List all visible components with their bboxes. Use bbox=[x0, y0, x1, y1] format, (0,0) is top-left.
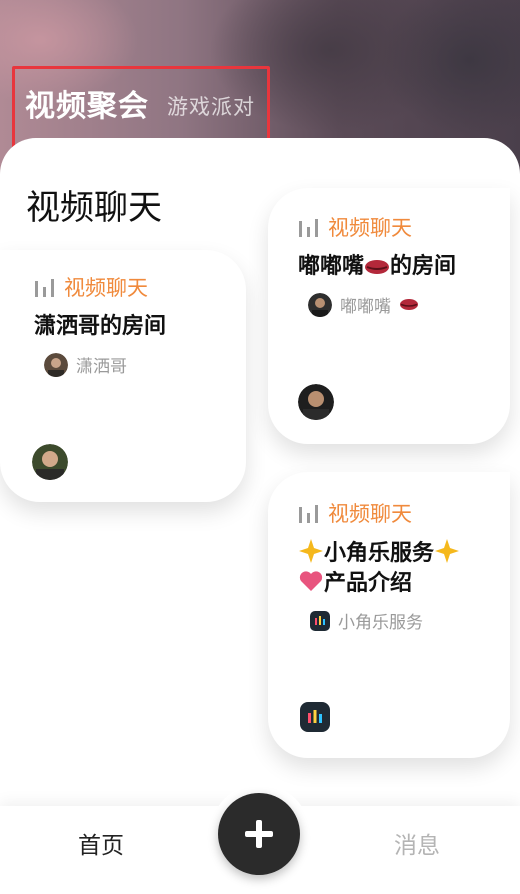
audio-bars-icon bbox=[35, 279, 54, 297]
room-title-suffix: 的房间 bbox=[390, 254, 457, 279]
host-name: 小角乐服务 bbox=[338, 613, 423, 633]
lips-icon bbox=[400, 299, 418, 310]
host-avatar-large[interactable] bbox=[32, 444, 68, 480]
room-title: 嘟嘟嘴 的房间 bbox=[298, 252, 456, 282]
host-name: 嘟嘟嘴 bbox=[340, 297, 391, 317]
sparkle-icon bbox=[435, 539, 460, 563]
sparkle-icon bbox=[299, 539, 323, 563]
room-host: 潇洒哥 bbox=[44, 352, 127, 377]
host-avatar-large[interactable] bbox=[300, 702, 330, 732]
host-name: 潇洒哥 bbox=[76, 357, 127, 377]
room-host: 嘟嘟嘴 bbox=[308, 292, 419, 317]
room-tag-label: 视频聊天 bbox=[64, 276, 148, 300]
room-card[interactable]: 视频聊天 嘟嘟嘴 的房间 嘟嘟嘴 bbox=[268, 188, 510, 444]
room-title-line1: 小角乐服务 bbox=[324, 541, 435, 566]
room-card[interactable]: 视频聊天 小角乐服务 产品介绍 小角乐服务 bbox=[268, 472, 510, 758]
app-logo-icon bbox=[310, 610, 330, 631]
tab-home[interactable]: 首页 bbox=[78, 826, 124, 860]
room-title: 潇洒哥的房间 bbox=[34, 314, 167, 339]
host-avatar bbox=[44, 352, 68, 377]
create-button[interactable] bbox=[218, 793, 300, 875]
plus-icon bbox=[245, 820, 273, 848]
lips-icon bbox=[365, 260, 390, 274]
host-avatar bbox=[308, 292, 332, 317]
room-tag-label: 视频聊天 bbox=[328, 502, 412, 526]
room-tag: 视频聊天 bbox=[298, 498, 412, 528]
audio-bars-icon bbox=[299, 505, 318, 523]
room-host: 小角乐服务 bbox=[310, 608, 423, 633]
room-tag-label: 视频聊天 bbox=[328, 216, 412, 240]
room-tag: 视频聊天 bbox=[34, 272, 148, 302]
room-tag: 视频聊天 bbox=[298, 212, 412, 242]
tab-game-party[interactable]: 游戏派对 bbox=[167, 91, 255, 121]
tab-video-party[interactable]: 视频聚会 bbox=[25, 81, 149, 125]
room-card[interactable]: 视频聊天 潇洒哥的房间 潇洒哥 bbox=[0, 250, 246, 502]
room-title-prefix: 嘟嘟嘴 bbox=[298, 254, 365, 279]
tab-messages[interactable]: 消息 bbox=[394, 826, 440, 860]
section-title: 视频聊天 bbox=[26, 188, 162, 228]
audio-bars-icon bbox=[299, 219, 318, 237]
heart-icon bbox=[299, 571, 323, 591]
room-title: 小角乐服务 产品介绍 bbox=[298, 538, 508, 599]
room-title-line2: 产品介绍 bbox=[324, 571, 413, 596]
host-avatar-large[interactable] bbox=[298, 384, 334, 420]
